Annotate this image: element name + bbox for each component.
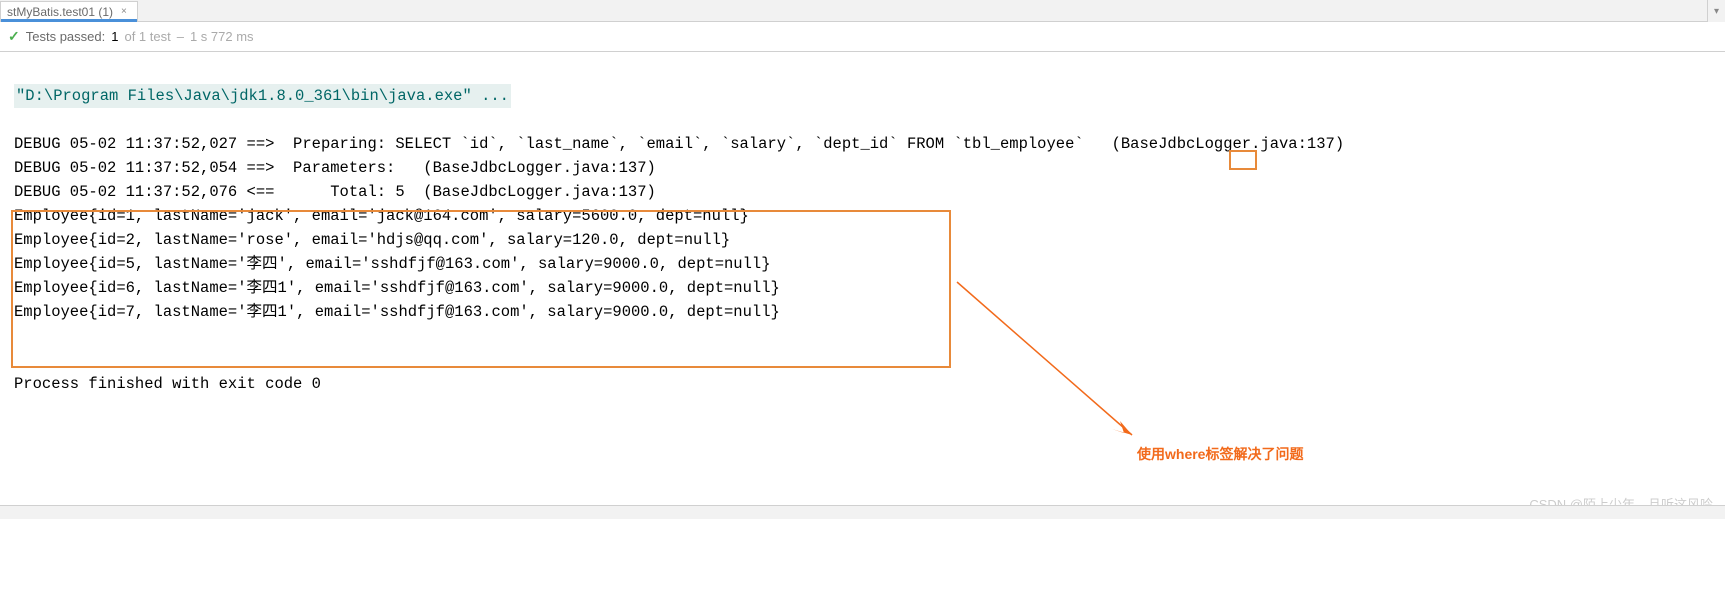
tests-total: of 1 test: [124, 29, 170, 44]
tests-passed-label: Tests passed:: [26, 29, 106, 44]
bottom-status-bar: [0, 505, 1725, 519]
java-exe-path: "D:\Program Files\Java\jdk1.8.0_361\bin\…: [14, 84, 511, 108]
tab-overflow-button[interactable]: ▾: [1707, 0, 1725, 22]
close-icon[interactable]: ×: [121, 6, 127, 17]
tab-active-indicator: [1, 19, 137, 22]
annotation-text: 使用where标签解决了问题: [1137, 444, 1303, 466]
console-exit-line: Process finished with exit code 0: [14, 375, 321, 393]
console-employee-line: Employee{id=6, lastName='李四1', email='ss…: [14, 279, 780, 297]
tab-bar: stMyBatis.test01 (1) × ▾: [0, 0, 1725, 22]
chevron-down-icon: ▾: [1714, 6, 1719, 17]
console-debug-line: DEBUG 05-02 11:37:52,027 ==> Preparing: …: [14, 135, 1344, 153]
check-icon: ✓: [8, 28, 20, 45]
console-employee-line: Employee{id=2, lastName='rose', email='h…: [14, 231, 730, 249]
dash: –: [177, 29, 184, 44]
tab-label: stMyBatis.test01 (1): [7, 5, 113, 19]
annotation-arrow: [952, 277, 1152, 452]
console-employee-line: Employee{id=7, lastName='李四1', email='ss…: [14, 303, 780, 321]
tests-time: 1 s 772 ms: [190, 29, 254, 44]
console-employee-line: Employee{id=1, lastName='jack', email='j…: [14, 207, 749, 225]
tests-passed-count: 1: [111, 29, 118, 44]
console-employee-line: Employee{id=5, lastName='李四', email='ssh…: [14, 255, 771, 273]
console-debug-line: DEBUG 05-02 11:37:52,054 ==> Parameters:…: [14, 159, 656, 177]
tab-active[interactable]: stMyBatis.test01 (1) ×: [0, 1, 138, 21]
console-debug-line: DEBUG 05-02 11:37:52,076 <== Total: 5 (B…: [14, 183, 656, 201]
test-status-bar: ✓ Tests passed: 1 of 1 test – 1 s 772 ms: [0, 22, 1725, 52]
